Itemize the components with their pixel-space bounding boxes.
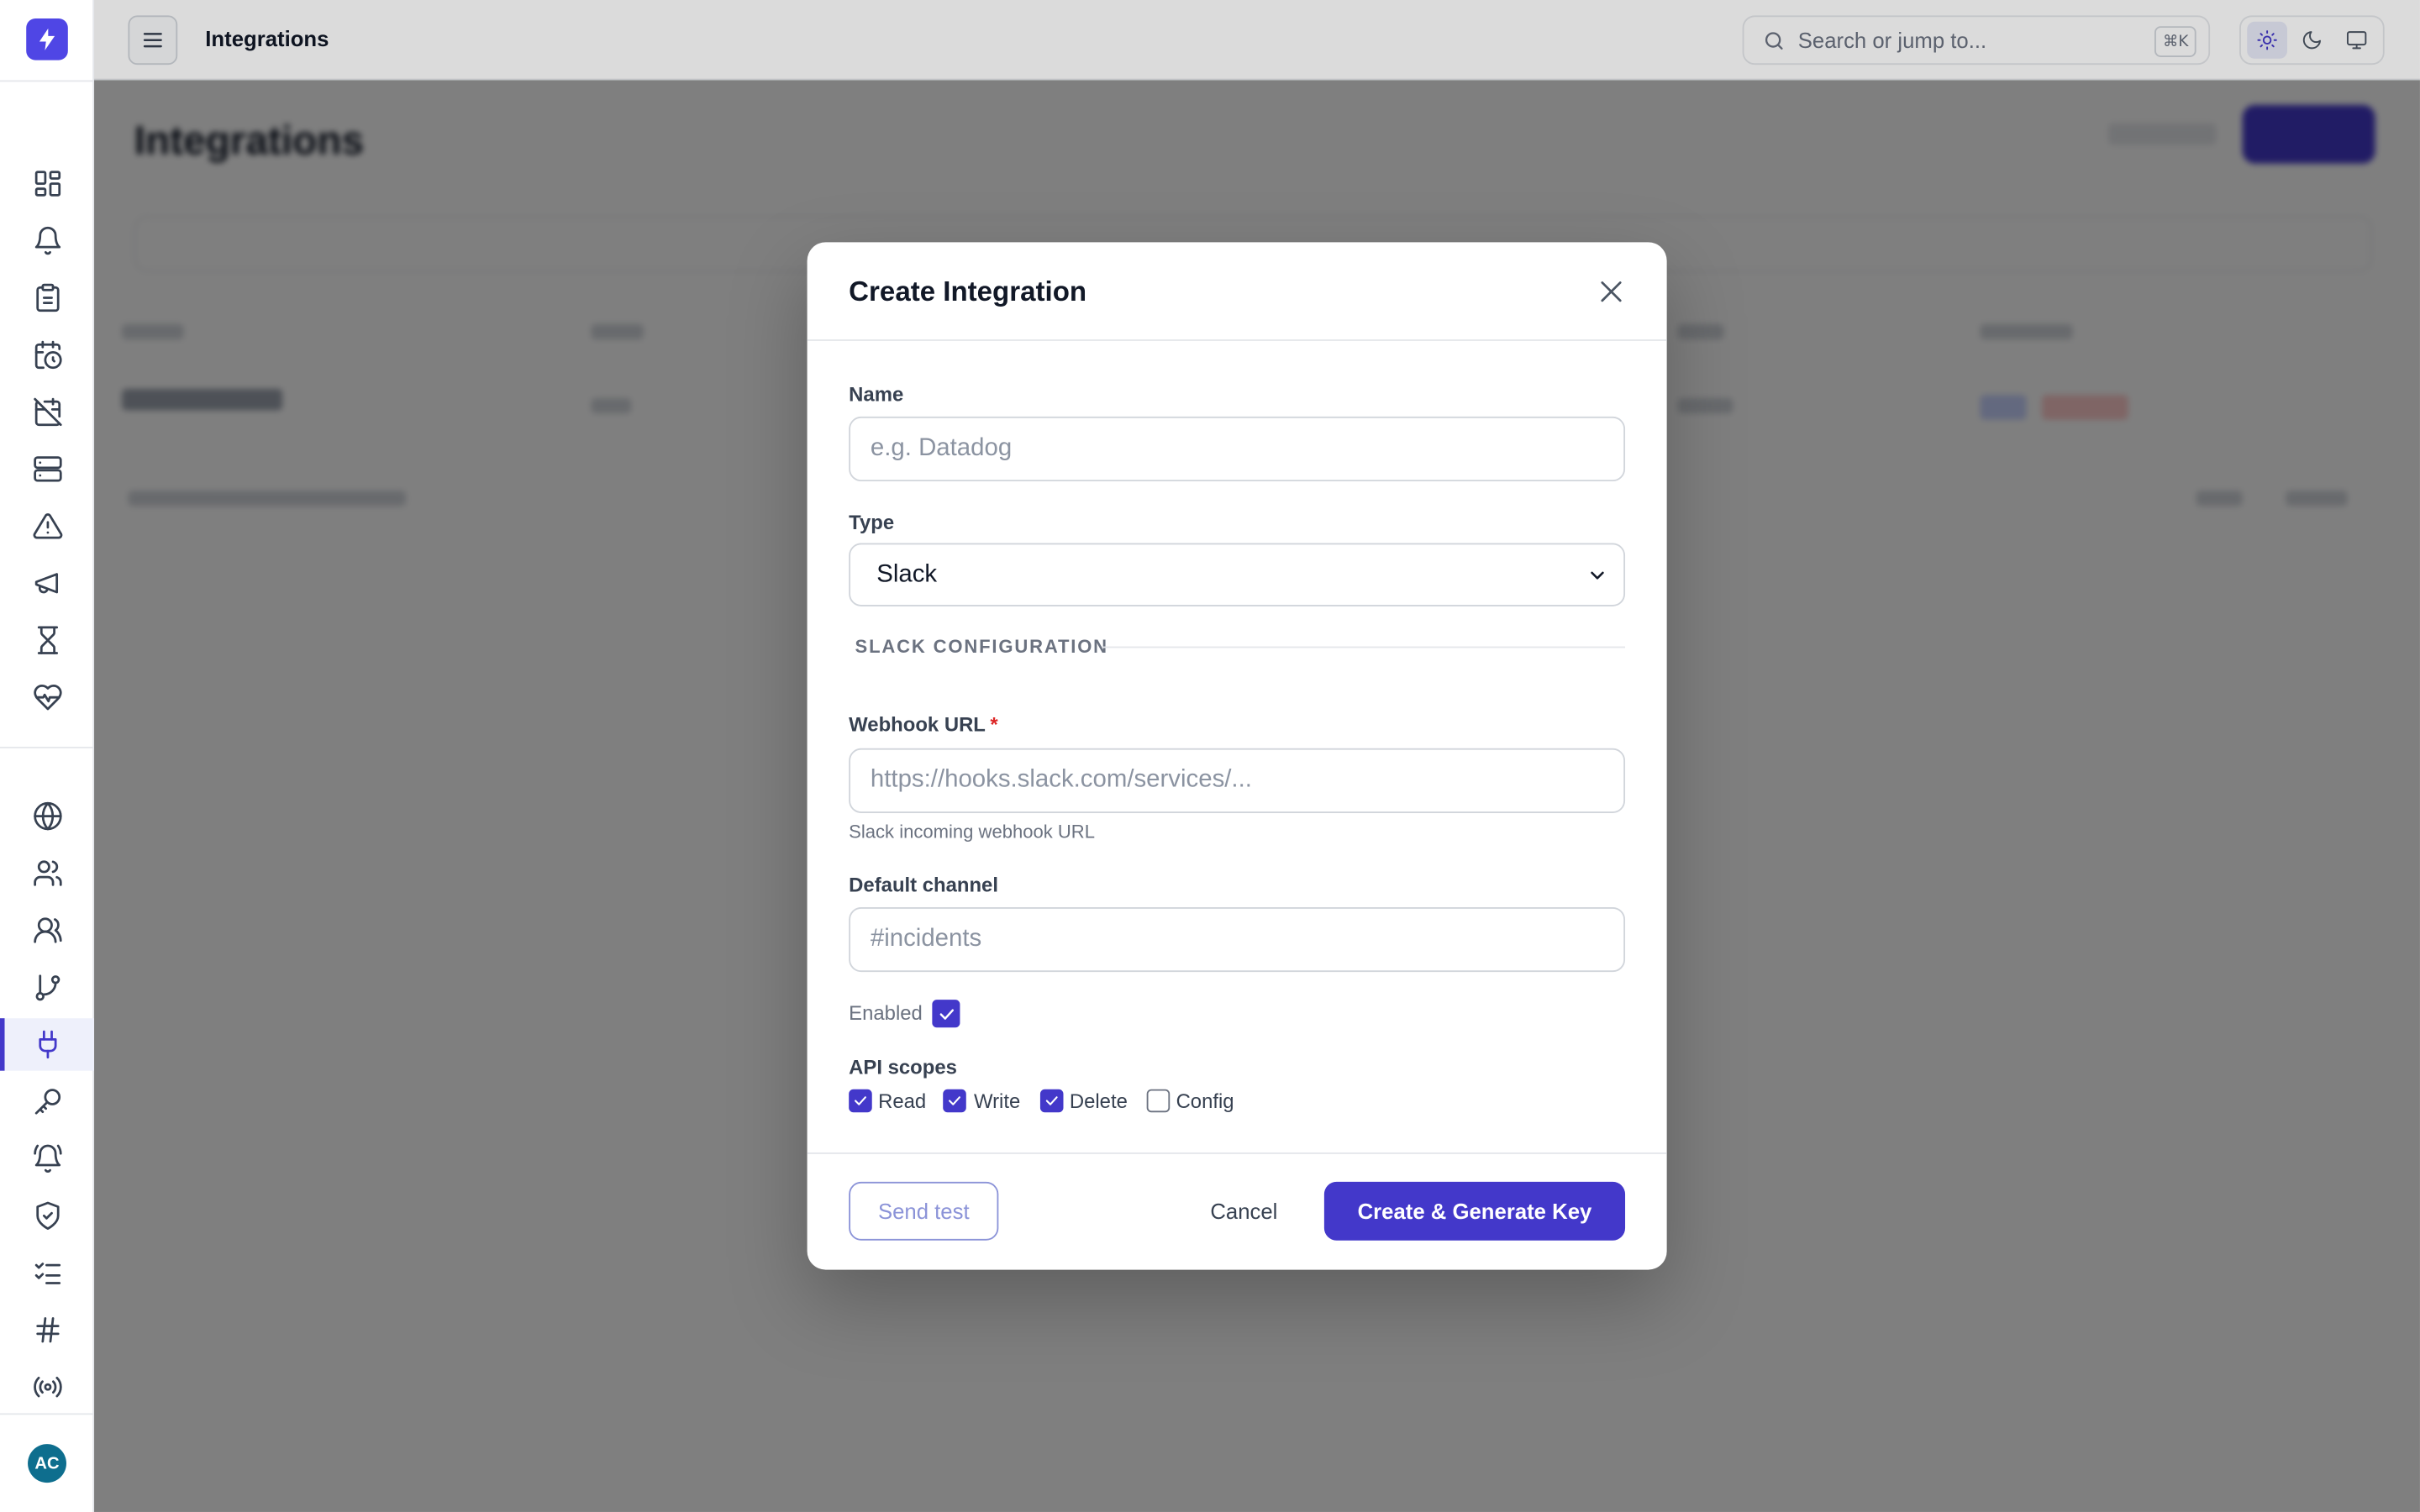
sidebar-divider bbox=[0, 746, 95, 748]
nav-schedules[interactable] bbox=[0, 328, 94, 381]
type-label: Type bbox=[849, 510, 895, 534]
hash-icon bbox=[35, 1317, 59, 1343]
server-icon bbox=[33, 456, 61, 482]
check-icon bbox=[855, 1096, 866, 1105]
nav-problems[interactable] bbox=[0, 500, 94, 552]
alert-triangle-icon bbox=[32, 513, 62, 539]
nav-incidents[interactable] bbox=[0, 271, 94, 323]
nav-users[interactable] bbox=[0, 847, 94, 899]
nav-services[interactable] bbox=[0, 443, 94, 495]
check-icon bbox=[1045, 1096, 1058, 1105]
nav-dashboard[interactable] bbox=[0, 157, 94, 209]
modal-backdrop-top bbox=[94, 0, 2420, 81]
type-select-value: Slack bbox=[876, 560, 938, 587]
nav-alerts[interactable] bbox=[0, 214, 94, 266]
scope-read-checkbox[interactable] bbox=[849, 1089, 872, 1113]
modal-footer-divider bbox=[807, 1152, 1667, 1154]
default-channel-label: Default channel bbox=[849, 873, 998, 897]
nav-broadcast[interactable] bbox=[0, 1361, 94, 1413]
nav-announcements[interactable] bbox=[0, 557, 94, 609]
plug-icon bbox=[38, 1030, 56, 1059]
app-logo[interactable] bbox=[26, 18, 68, 60]
user-avatar[interactable]: AC bbox=[28, 1444, 66, 1483]
nav-maintenance[interactable] bbox=[0, 386, 94, 438]
nav-channels[interactable] bbox=[0, 1304, 94, 1356]
required-marker: * bbox=[990, 712, 998, 737]
type-select[interactable]: Slack bbox=[849, 543, 1626, 606]
sidebar: AC bbox=[0, 0, 95, 1512]
users-icon bbox=[33, 860, 61, 886]
webhook-url-hint: Slack incoming webhook URL bbox=[849, 821, 1095, 843]
sidebar-divider bbox=[0, 80, 95, 82]
nav-notifications[interactable] bbox=[0, 1132, 94, 1184]
dashboard-icon bbox=[34, 171, 60, 197]
nav-workflows[interactable] bbox=[0, 961, 94, 1013]
lightning-icon bbox=[39, 28, 55, 50]
nav-status-pages[interactable] bbox=[0, 790, 94, 842]
webhook-url-input[interactable] bbox=[849, 748, 1626, 813]
check-icon bbox=[939, 1008, 954, 1019]
bell-ring-icon bbox=[33, 1144, 61, 1173]
section-divider bbox=[1102, 646, 1626, 648]
shield-check-icon bbox=[35, 1201, 59, 1231]
webhook-url-label-text: Webhook URL bbox=[849, 712, 986, 737]
sidebar-divider bbox=[0, 1413, 95, 1415]
nav-checklists[interactable] bbox=[0, 1247, 94, 1299]
scope-write-checkbox[interactable] bbox=[943, 1089, 966, 1113]
scope-write-label: Write bbox=[973, 1089, 1021, 1113]
git-branch-icon bbox=[34, 974, 60, 1001]
close-icon bbox=[1601, 281, 1622, 302]
close-button[interactable] bbox=[1592, 273, 1629, 310]
bell-icon bbox=[34, 226, 60, 255]
name-input[interactable] bbox=[849, 416, 1626, 482]
api-scopes-label: API scopes bbox=[849, 1055, 957, 1079]
heart-pulse-icon bbox=[33, 685, 61, 711]
scope-config-checkbox[interactable] bbox=[1146, 1089, 1171, 1113]
calendar-off-icon bbox=[33, 397, 61, 427]
create-integration-modal: Create Integration Name Type Slack SLACK… bbox=[807, 242, 1667, 1270]
nav-teams[interactable] bbox=[0, 904, 94, 956]
checklist-icon bbox=[34, 1263, 60, 1284]
enabled-checkbox[interactable] bbox=[932, 1000, 960, 1028]
default-channel-input[interactable] bbox=[849, 906, 1626, 973]
webhook-url-label: Webhook URL * bbox=[849, 713, 998, 737]
name-label: Name bbox=[849, 382, 904, 407]
nav-security[interactable] bbox=[0, 1189, 94, 1242]
check-icon bbox=[949, 1096, 960, 1105]
nav-integrations[interactable] bbox=[0, 1018, 95, 1071]
hourglass-icon bbox=[36, 626, 58, 654]
team-icon bbox=[33, 917, 61, 943]
modal-header: Create Integration bbox=[807, 242, 1667, 341]
section-title: SLACK CONFIGURATION bbox=[855, 635, 1108, 658]
calendar-clock-icon bbox=[34, 340, 61, 370]
scope-delete-checkbox[interactable] bbox=[1039, 1089, 1064, 1113]
scope-read-label: Read bbox=[878, 1089, 927, 1113]
cancel-button[interactable]: Cancel bbox=[1192, 1182, 1297, 1241]
nav-sla[interactable] bbox=[0, 614, 94, 666]
globe-icon bbox=[33, 801, 61, 831]
chevron-down-icon bbox=[1586, 564, 1608, 586]
scope-delete-label: Delete bbox=[1069, 1089, 1128, 1113]
clipboard-icon bbox=[35, 283, 59, 312]
enabled-label: Enabled bbox=[849, 1001, 923, 1025]
nav-api-keys[interactable] bbox=[0, 1075, 94, 1127]
scope-config-label: Config bbox=[1176, 1089, 1234, 1113]
radio-icon bbox=[33, 1376, 61, 1398]
nav-health[interactable] bbox=[0, 671, 94, 723]
modal-title: Create Integration bbox=[849, 276, 1087, 307]
create-generate-key-button[interactable]: Create & Generate Key bbox=[1323, 1181, 1626, 1241]
megaphone-icon bbox=[34, 573, 58, 594]
send-test-button[interactable]: Send test bbox=[849, 1181, 999, 1241]
key-icon bbox=[34, 1089, 60, 1115]
